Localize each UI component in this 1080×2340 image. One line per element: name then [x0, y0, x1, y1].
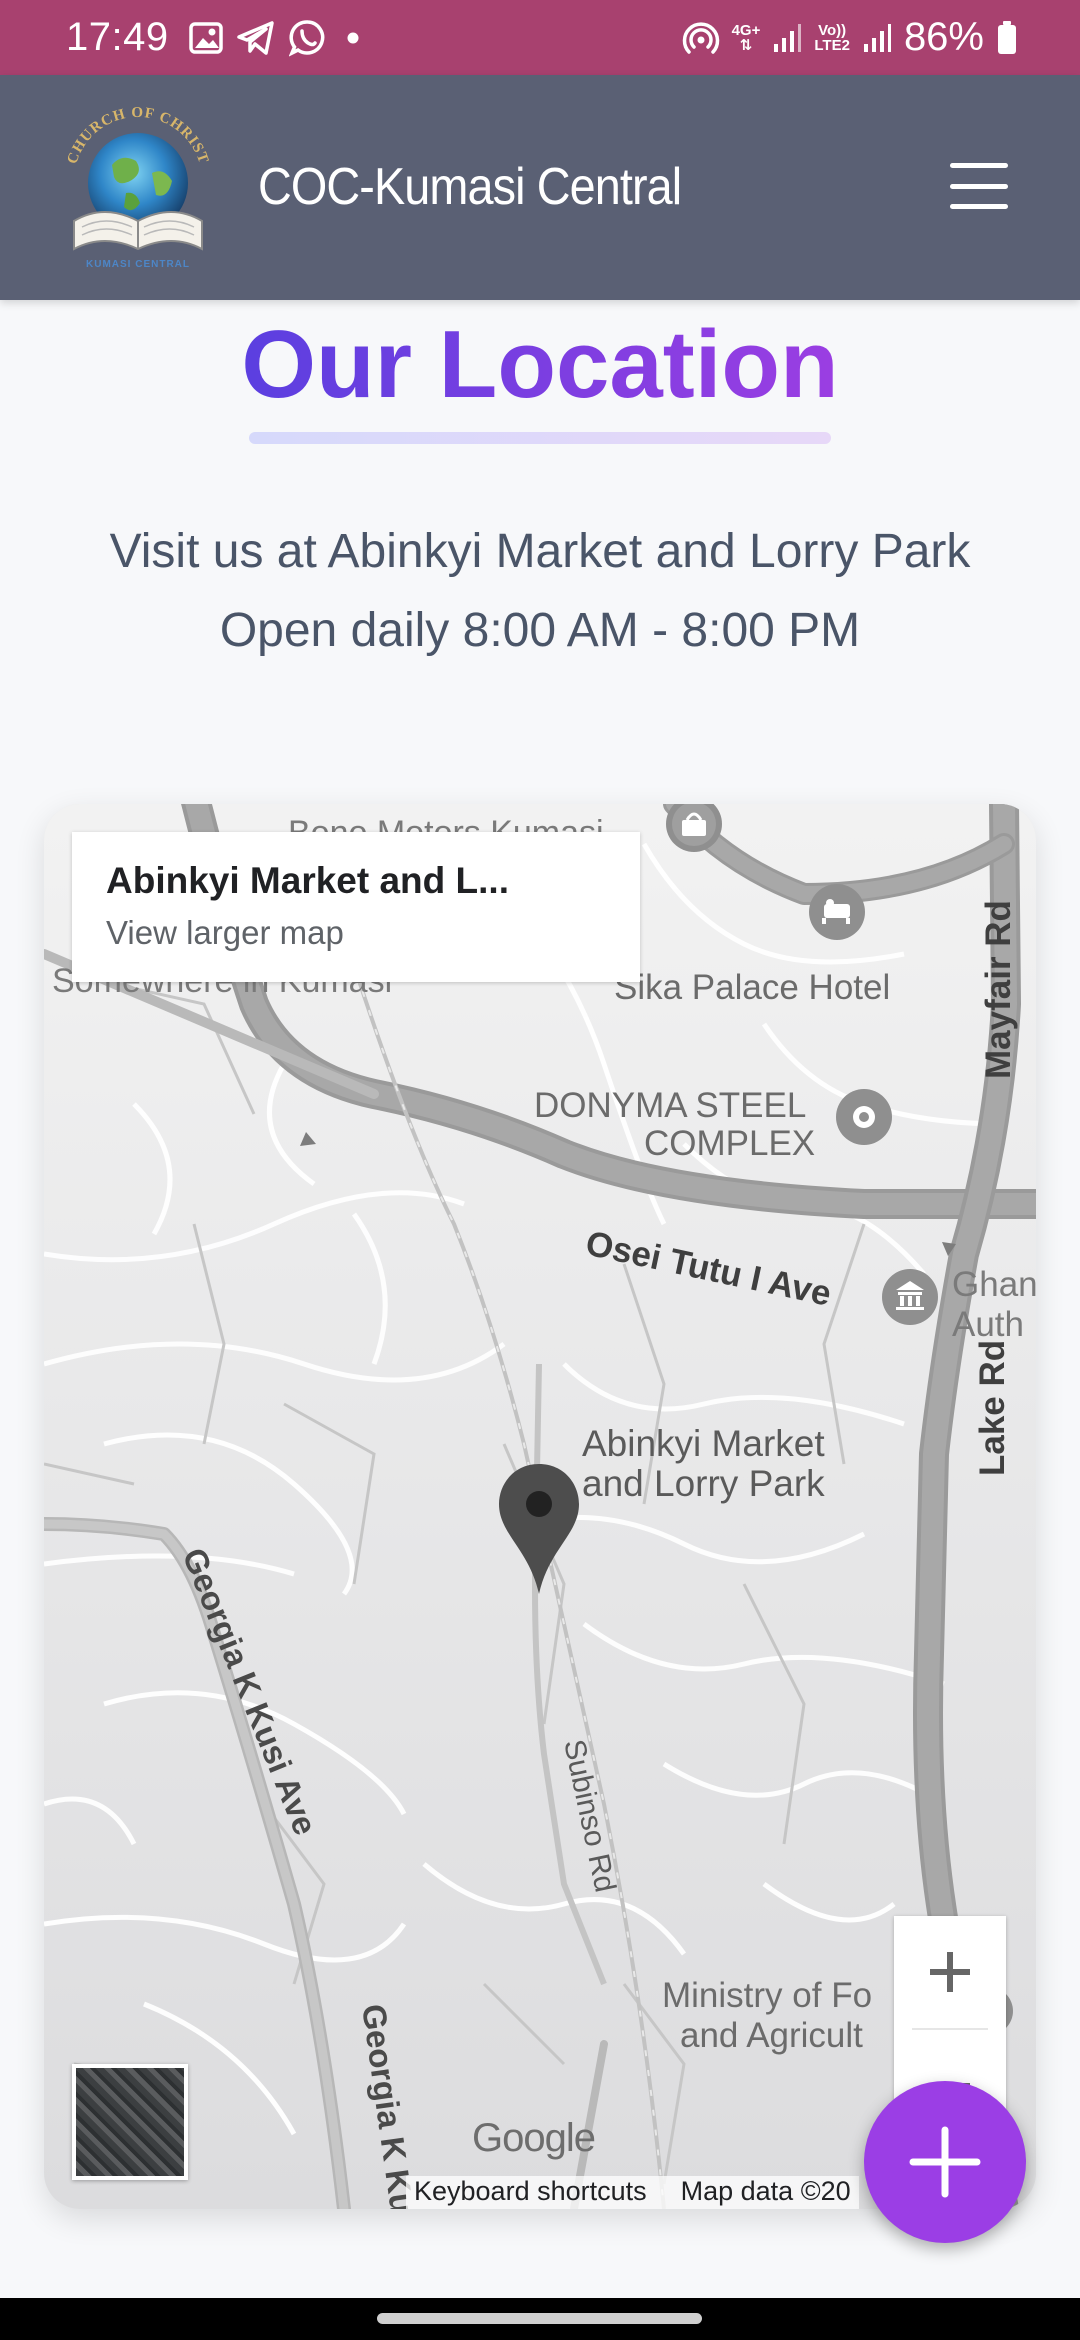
network-label: 4G+ — [731, 21, 761, 39]
status-right: 4G+ ⇅ Vo)) LTE2 86% — [682, 15, 1018, 60]
keyboard-shortcuts-link[interactable]: Keyboard shortcuts — [414, 2176, 647, 2209]
hours-line: Open daily 8:00 AM - 8:00 PM — [219, 604, 861, 657]
label-abinkyi-1: Abinkyi Market — [582, 1423, 825, 1464]
place-name: Abinkyi Market and L... — [106, 860, 509, 901]
place-info-card: Abinkyi Market and L... View larger map — [72, 832, 640, 982]
whatsapp-icon — [288, 19, 327, 57]
volte-bottom: LTE2 — [814, 36, 850, 54]
map-data-link[interactable]: Map data ©20 — [681, 2176, 851, 2209]
hotspot-icon — [682, 20, 720, 56]
map-footer: Keyboard shortcuts Map data ©20 — [406, 2176, 859, 2209]
gallery-icon — [188, 21, 223, 54]
view-larger-map-link[interactable]: View larger map — [106, 914, 606, 952]
status-time: 17:49 — [66, 15, 169, 59]
hamburger-menu-button[interactable] — [950, 163, 1008, 209]
label-donyma-2: COMPLEX — [644, 1124, 815, 1163]
address-line: Visit us at Abinkyi Market and Lorry Par… — [109, 525, 971, 578]
hamburger-icon-line — [950, 183, 1008, 189]
section-title: Our Location — [0, 310, 1080, 420]
label-abinkyi-2: and Lorry Park — [582, 1463, 825, 1504]
label-donyma-1: DONYMA STEEL — [534, 1086, 806, 1125]
satellite-toggle-button[interactable] — [72, 2064, 188, 2180]
government-poi-icon[interactable] — [882, 1269, 938, 1325]
section-title-text: Our Location — [241, 311, 839, 418]
label-mayfair: Mayfair Rd — [979, 900, 1018, 1079]
hotel-poi-icon[interactable] — [809, 884, 865, 940]
church-logo[interactable]: CHURCH OF CHRIST KUMASI CENTRAL — [60, 103, 216, 273]
battery-icon — [996, 20, 1018, 56]
network-type: 4G+ ⇅ — [731, 21, 761, 54]
battery-percent: 86% — [903, 15, 984, 59]
signal-icon — [772, 22, 802, 54]
system-nav-bar — [0, 2298, 1080, 2340]
label-lake-rd: Lake Rd — [973, 1340, 1012, 1476]
volte-label: Vo)) LTE2 — [814, 23, 850, 53]
status-bar: 17:49 4G+ ⇅ Vo)) LTE2 86% — [0, 0, 1080, 75]
telegram-icon — [236, 20, 275, 55]
dot-icon — [341, 31, 365, 45]
label-ghana-auth-1: Ghan — [952, 1265, 1036, 1304]
logo-text-bottom: KUMASI CENTRAL — [86, 259, 190, 270]
zoom-in-button[interactable] — [894, 1916, 1006, 2028]
label-ghana-auth-2: Auth — [952, 1305, 1024, 1344]
brand-title[interactable]: COC-Kumasi Central — [258, 157, 682, 217]
location-description: Visit us at Abinkyi Market and Lorry Par… — [0, 512, 1080, 670]
title-underline — [249, 432, 831, 444]
google-logo: Google — [472, 2116, 596, 2160]
map-canvas[interactable]: Bono Motors Kumasi Somewhere in Kumasi S… — [44, 804, 1036, 2209]
hamburger-icon-line — [950, 204, 1008, 209]
zoom-in-icon — [930, 1952, 970, 1992]
app-header: CHURCH OF CHRIST KUMASI CENTRAL COC-Kuma… — [0, 75, 1080, 300]
signal-icon-2 — [862, 22, 892, 54]
hamburger-icon-line — [950, 163, 1008, 168]
label-sika-palace: Sika Palace Hotel — [614, 968, 890, 1007]
home-gesture-handle[interactable] — [377, 2313, 702, 2324]
location-poi-icon[interactable] — [836, 1089, 892, 1145]
label-ministry-1: Ministry of Fo — [662, 1976, 872, 2015]
status-left: 17:49 — [66, 15, 365, 60]
label-ministry-2: and Agricult — [680, 2016, 863, 2055]
floating-action-button[interactable] — [864, 2081, 1026, 2243]
plus-icon — [909, 2126, 981, 2198]
embedded-map[interactable]: Bono Motors Kumasi Somewhere in Kumasi S… — [44, 804, 1036, 2209]
